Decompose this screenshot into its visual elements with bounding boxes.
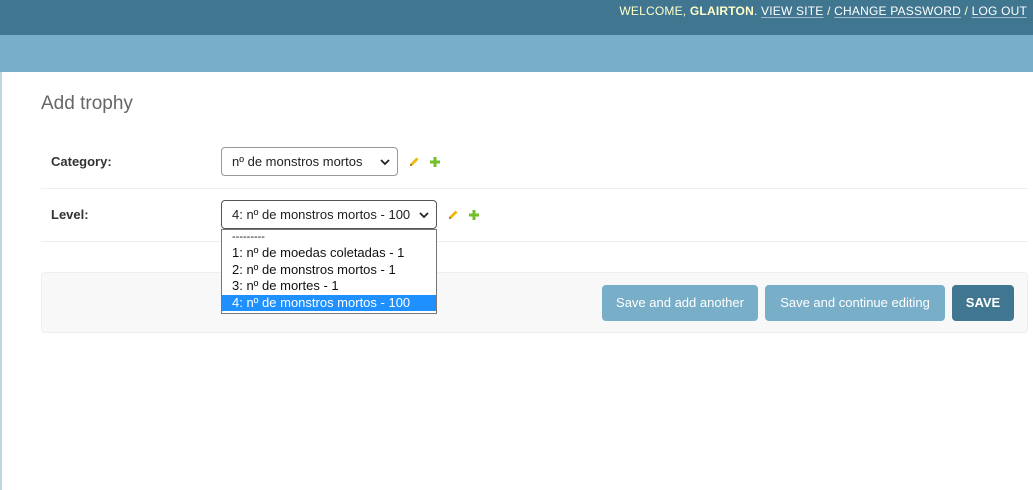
site-header: WELCOME, GLAIRTON. VIEW SITE / CHANGE PA… xyxy=(0,0,1033,35)
level-label: Level: xyxy=(51,207,89,222)
separator: / xyxy=(827,4,831,18)
dropdown-option[interactable]: 2: nº de monstros mortos - 1 xyxy=(222,262,436,279)
form-row-level: Level: 4: nº de monstros mortos - 100 xyxy=(41,189,1028,242)
dropdown-option[interactable]: 1: nº de moedas coletadas - 1 xyxy=(222,245,436,262)
form-row-category: Category: nº de monstros mortos xyxy=(41,135,1028,189)
level-select[interactable]: 4: nº de monstros mortos - 100 xyxy=(221,200,437,229)
left-edge-bar xyxy=(0,72,2,490)
level-select-value: 4: nº de monstros mortos - 100 xyxy=(232,207,411,222)
save-button[interactable]: SAVE xyxy=(952,285,1014,321)
user-tools: WELCOME, GLAIRTON. VIEW SITE / CHANGE PA… xyxy=(619,4,1027,18)
dropdown-option[interactable]: 3: nº de mortes - 1 xyxy=(222,278,436,295)
breadcrumbs-bar xyxy=(0,35,1033,72)
change-password-link[interactable]: CHANGE PASSWORD xyxy=(834,4,961,18)
page-title: Add trophy xyxy=(41,93,133,114)
category-select-value: nº de monstros mortos xyxy=(232,154,363,169)
level-dropdown-list: --------- 1: nº de moedas coletadas - 1 … xyxy=(221,229,437,314)
save-and-continue-button[interactable]: Save and continue editing xyxy=(765,285,945,321)
username: GLAIRTON xyxy=(689,4,754,18)
plus-icon[interactable] xyxy=(429,156,441,168)
dropdown-option[interactable]: --------- xyxy=(222,230,436,245)
pencil-icon[interactable] xyxy=(408,156,420,168)
category-select[interactable]: nº de monstros mortos xyxy=(221,147,398,176)
plus-icon[interactable] xyxy=(468,209,480,221)
chevron-down-icon xyxy=(419,212,429,219)
chevron-down-icon xyxy=(380,159,390,166)
pencil-icon[interactable] xyxy=(447,209,459,221)
welcome-text: WELCOME, xyxy=(619,4,687,18)
view-site-link[interactable]: VIEW SITE xyxy=(761,4,823,18)
separator: / xyxy=(964,4,969,18)
save-and-add-another-button[interactable]: Save and add another xyxy=(602,285,758,321)
submit-row: Save and add another Save and continue e… xyxy=(41,272,1028,333)
dropdown-option-selected[interactable]: 4: nº de monstros mortos - 100 xyxy=(222,294,436,311)
welcome-period: . xyxy=(753,4,758,18)
log-out-link[interactable]: LOG OUT xyxy=(972,4,1027,18)
category-label: Category: xyxy=(51,154,112,169)
